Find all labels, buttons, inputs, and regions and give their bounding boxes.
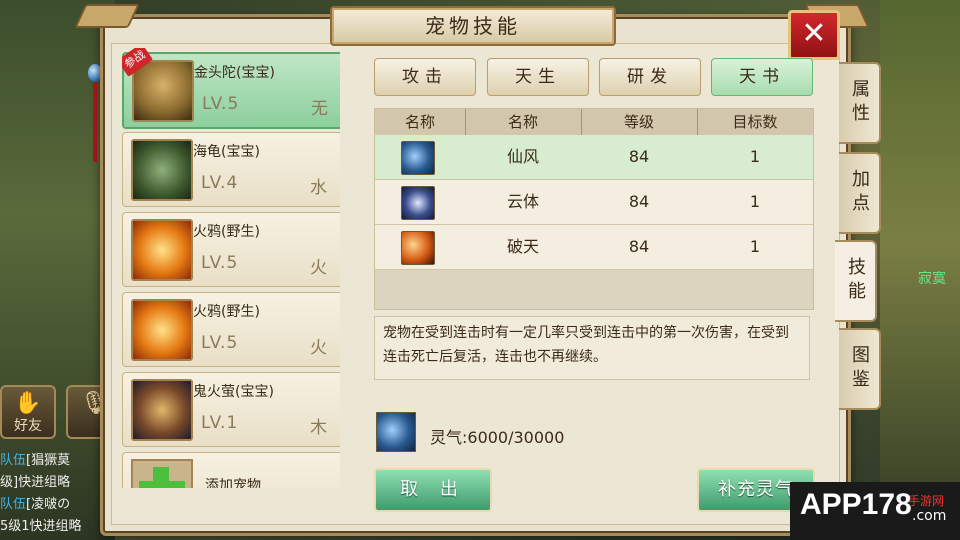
- pet-element: 水: [310, 178, 327, 198]
- pet-portrait: [131, 299, 193, 361]
- pet-name: 海龟(宝宝): [193, 144, 260, 160]
- xianfeng-icon: [401, 141, 435, 175]
- skill-description: 宠物在受到连击时有一定几率只受到连击中的第一次伤害，在受到连击死亡后复活，连击也…: [374, 316, 810, 380]
- skill-table: 名称 名称 等级 目标数 仙风 84 1 云体 84 1 破天 84 1: [374, 108, 814, 310]
- pet-name: 火鸦(野生): [193, 304, 260, 320]
- table-row[interactable]: 破天 84 1: [375, 225, 813, 270]
- player-name: 寂寞: [918, 271, 946, 287]
- skill-name: 仙风: [506, 147, 539, 166]
- skill-targets: 1: [749, 147, 761, 166]
- panel-title: 宠物技能: [330, 6, 616, 46]
- pet-name: 鬼火萤(宝宝): [193, 384, 274, 400]
- column-header: 名称: [375, 109, 466, 135]
- tab-codex[interactable]: 图鉴: [839, 328, 881, 410]
- close-button[interactable]: ✕: [788, 10, 840, 60]
- pet-portrait: [132, 60, 194, 122]
- add-pet-label: 添加宠物: [205, 478, 261, 488]
- skill-targets: 1: [749, 192, 761, 211]
- pet-element: 火: [310, 258, 327, 278]
- handshake-icon: ✋: [14, 391, 42, 416]
- pet-list-item[interactable]: 火鸦(野生) LV.5 火: [122, 212, 340, 287]
- pet-level: LV.5: [201, 333, 239, 353]
- pet-element: 木: [310, 418, 327, 438]
- pet-list[interactable]: 参战 金头陀(宝宝) LV.5 无 海龟(宝宝) LV.4 水 火鸦(野生) L…: [122, 48, 340, 488]
- pet-element: 火: [310, 338, 327, 358]
- pet-list-item[interactable]: 海龟(宝宝) LV.4 水: [122, 132, 340, 207]
- watermark-main: APP178: [800, 488, 912, 521]
- panel-corner-ornament: [74, 4, 140, 28]
- table-header: 名称 名称 等级 目标数: [375, 109, 813, 135]
- pet-element: 无: [311, 99, 328, 119]
- pet-portrait: [131, 379, 193, 441]
- pet-portrait: [131, 139, 193, 201]
- yunti-icon: [401, 186, 435, 220]
- skill-level: 84: [628, 147, 650, 166]
- watermark-sub: 手游网: [908, 494, 945, 508]
- tab-attributes[interactable]: 属性: [839, 62, 881, 144]
- table-row[interactable]: 仙风 84 1: [375, 135, 813, 180]
- pet-list-item[interactable]: 参战 金头陀(宝宝) LV.5 无: [122, 48, 340, 129]
- skill-name: 云体: [506, 192, 539, 211]
- pet-list-item[interactable]: 火鸦(野生) LV.5 火: [122, 292, 340, 367]
- skill-targets: 1: [749, 237, 761, 256]
- pet-level: LV.5: [202, 94, 240, 114]
- tab-innate[interactable]: 天生: [487, 58, 589, 96]
- spirit-energy-value: 灵气:6000/30000: [430, 428, 565, 447]
- tab-skills[interactable]: 技能: [835, 240, 877, 322]
- tab-heavenly-book[interactable]: 天书: [711, 58, 813, 96]
- spirit-energy-icon: [376, 412, 416, 452]
- plus-icon: [131, 459, 193, 488]
- column-header: 等级: [581, 109, 698, 135]
- tab-attack[interactable]: 攻击: [374, 58, 476, 96]
- skill-level: 84: [628, 192, 650, 211]
- tab-research[interactable]: 研发: [599, 58, 701, 96]
- potian-icon: [401, 231, 435, 265]
- friends-label: 好友: [14, 418, 42, 434]
- withdraw-button[interactable]: 取 出: [374, 468, 492, 512]
- pet-list-item[interactable]: 鬼火萤(宝宝) LV.1 木: [122, 372, 340, 447]
- pet-level: LV.5: [201, 253, 239, 273]
- watermark-domain: .com: [912, 508, 947, 524]
- pet-name: 金头陀(宝宝): [194, 65, 275, 81]
- pet-level: LV.4: [201, 173, 239, 193]
- site-watermark: APP178 手游网 .com: [790, 482, 960, 540]
- pet-level: LV.1: [201, 413, 239, 433]
- skill-level: 84: [628, 237, 650, 256]
- pet-portrait: [131, 219, 193, 281]
- column-header: 名称: [465, 109, 582, 135]
- column-header: 目标数: [732, 113, 778, 131]
- skill-name: 破天: [506, 237, 539, 256]
- add-pet-button[interactable]: 添加宠物: [122, 452, 340, 488]
- friends-button[interactable]: ✋ 好友: [0, 385, 56, 439]
- tab-add-points[interactable]: 加点: [839, 152, 881, 234]
- table-row[interactable]: 云体 84 1: [375, 180, 813, 225]
- pet-name: 火鸦(野生): [193, 224, 260, 240]
